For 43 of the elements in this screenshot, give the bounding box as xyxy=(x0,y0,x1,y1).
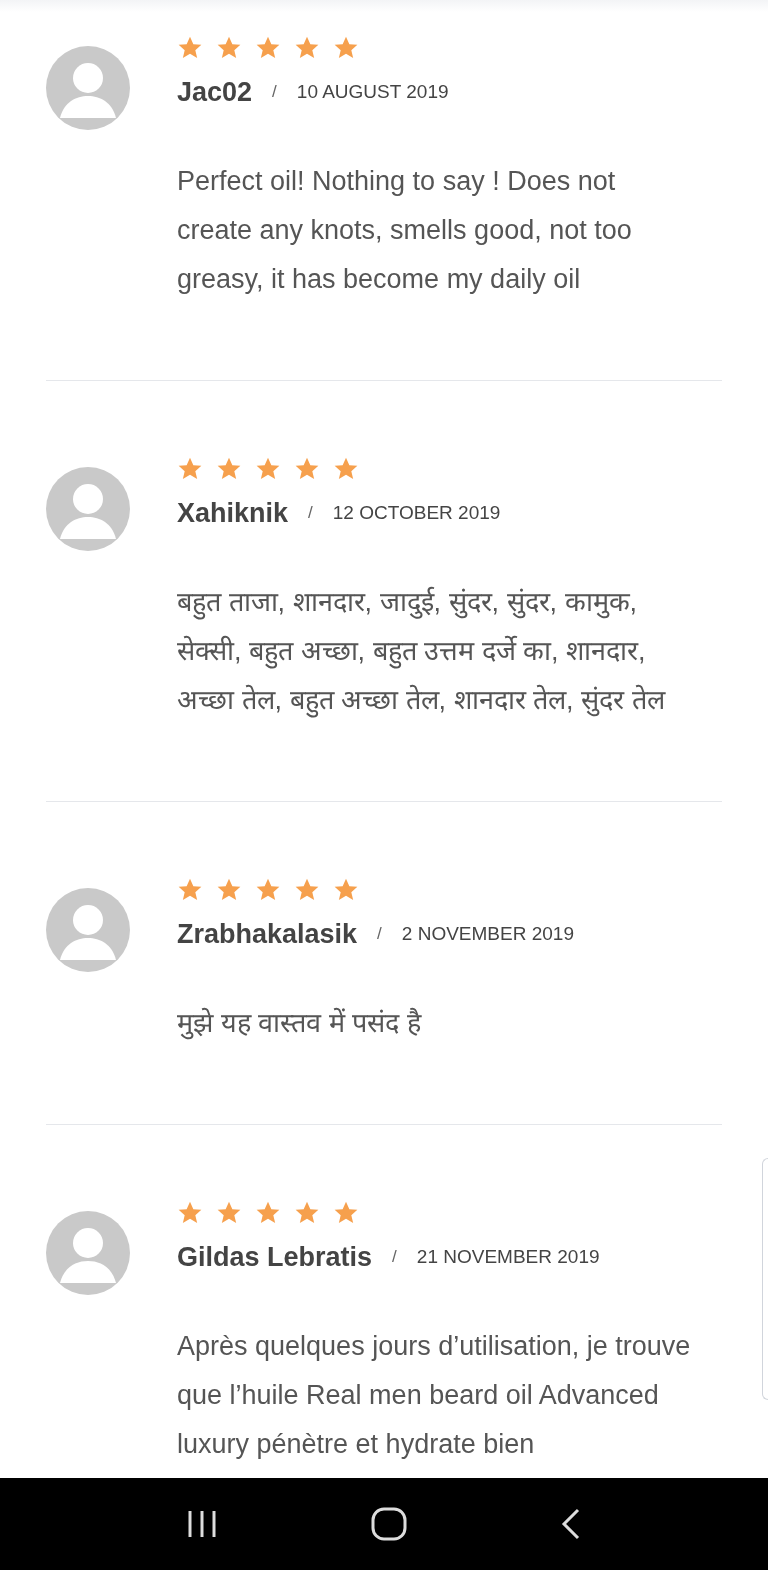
avatar-icon xyxy=(46,46,130,130)
separator: / xyxy=(308,502,313,525)
star-icon xyxy=(255,1200,281,1226)
review-date: 2 NOVEMBER 2019 xyxy=(401,921,574,946)
star-icon xyxy=(333,35,359,61)
author-name: Xahiknik xyxy=(177,496,289,530)
review-text: Après quelques jours d’utilisation, je trouve que l’huile Real men beard oil Advanced luxury pénètre et hydrate bien xyxy=(177,1330,692,1461)
star-icon xyxy=(255,456,281,482)
back-icon[interactable] xyxy=(559,1507,582,1541)
avatar-icon xyxy=(46,467,130,551)
home-icon[interactable] xyxy=(371,1507,407,1541)
star-icon xyxy=(216,35,242,61)
star-icon xyxy=(177,35,203,61)
star-icon xyxy=(255,35,281,61)
review-text: मुझे यह वास्तव में पसंद है xyxy=(177,1006,423,1042)
review-date: 10 AUGUST 2019 xyxy=(296,79,449,104)
author-name: Zrabhakalasik xyxy=(177,917,358,951)
star-icon xyxy=(294,877,320,903)
star-icon xyxy=(294,456,320,482)
author-name: Jac02 xyxy=(177,75,253,109)
avatar-icon xyxy=(46,1211,130,1295)
separator: / xyxy=(392,1246,397,1269)
star-icon xyxy=(216,877,242,903)
review-date: 12 OCTOBER 2019 xyxy=(332,500,501,525)
star-icon xyxy=(333,877,359,903)
star-icon xyxy=(255,877,281,903)
star-icon xyxy=(177,877,203,903)
separator: / xyxy=(272,81,277,104)
avatar-icon xyxy=(46,888,130,972)
review-text: Perfect oil! Nothing to say ! Does not create any knots, smells good, not too greasy, it has become my daily oil xyxy=(177,165,633,296)
star-icon xyxy=(294,1200,320,1226)
star-icon xyxy=(333,1200,359,1226)
star-icon xyxy=(216,1200,242,1226)
star-icon xyxy=(294,35,320,61)
separator: / xyxy=(377,923,382,946)
review-text: बहुत ताजा, शानदार, जादुई, सुंदर, सुंदर, कामुक, सेक्सी, बहुत अच्छा, बहुत उत्तम दर्जे का, शानदार, अच्छा तेल, बहुत अच्छा तेल, शानदार तेल, सुंदर तेल xyxy=(177,578,692,725)
star-icon xyxy=(177,1200,203,1226)
author-name: Gildas Lebratis xyxy=(177,1240,373,1274)
review-date: 21 NOVEMBER 2019 xyxy=(416,1244,600,1269)
star-icon xyxy=(177,456,203,482)
star-icon xyxy=(216,456,242,482)
star-icon xyxy=(333,456,359,482)
recent-apps-icon[interactable] xyxy=(186,1509,219,1539)
